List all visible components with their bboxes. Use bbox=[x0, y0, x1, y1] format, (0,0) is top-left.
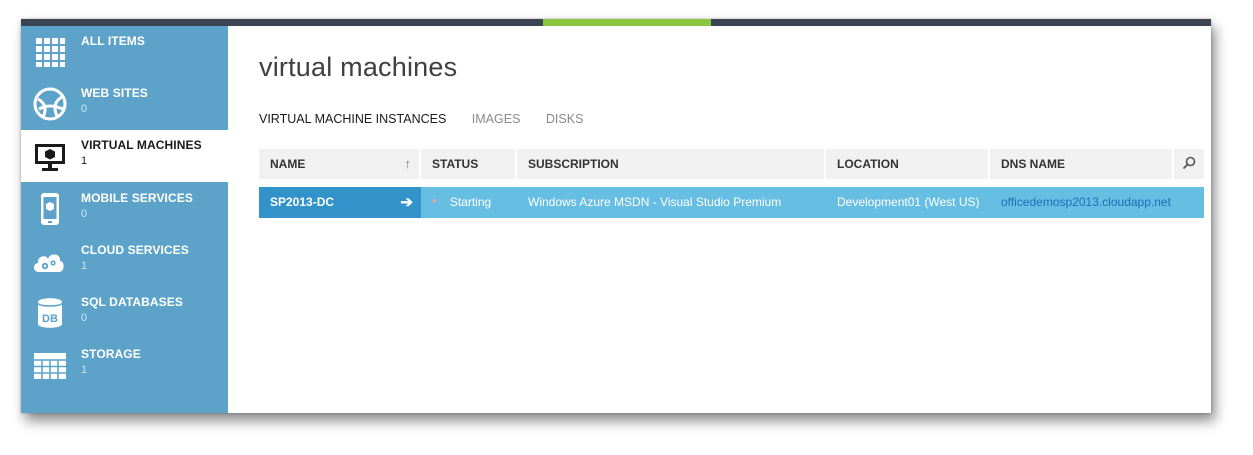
phone-icon bbox=[41, 193, 59, 225]
sidebar-item-count: 0 bbox=[81, 103, 88, 115]
status-indicator-icon: ● bbox=[432, 196, 437, 205]
page-title: virtual machines bbox=[259, 52, 458, 82]
sidebar-item-label: MOBILE SERVICES bbox=[81, 191, 193, 205]
tab-bar: VIRTUAL MACHINE INSTANCES IMAGES DISKS bbox=[259, 112, 605, 126]
globe-icon bbox=[33, 87, 67, 121]
sidebar-item-label: WEB SITES bbox=[81, 86, 148, 100]
monitor-icon bbox=[35, 144, 65, 171]
column-header-name[interactable]: NAME ↑ bbox=[259, 149, 421, 179]
vm-name-cell[interactable]: SP2013-DC ➔ bbox=[259, 187, 421, 218]
column-header-status[interactable]: STATUS bbox=[421, 149, 517, 179]
vm-status: Starting bbox=[449, 195, 492, 209]
table-row[interactable]: SP2013-DC ➔ ● Starting Windows Azure MSDN… bbox=[259, 187, 1204, 218]
tab-disks[interactable]: DISKS bbox=[546, 112, 584, 126]
sidebar-item-web-sites[interactable]: WEB SITES 0 bbox=[21, 78, 228, 130]
sidebar-item-cloud-services[interactable]: CLOUD SERVICES 1 bbox=[21, 235, 228, 287]
column-header-label: NAME bbox=[270, 157, 306, 171]
sidebar-item-all-items[interactable]: ALL ITEMS bbox=[21, 26, 228, 78]
sidebar-item-label: ALL ITEMS bbox=[81, 34, 146, 48]
sidebar-item-virtual-machines[interactable]: VIRTUAL MACHINES 1 bbox=[21, 130, 228, 182]
top-bar-accent bbox=[543, 19, 711, 26]
search-button[interactable] bbox=[1174, 149, 1204, 179]
cloud-gear-icon bbox=[33, 254, 64, 272]
dns-name-link[interactable]: officedemosp2013.cloudapp.net bbox=[1001, 195, 1171, 209]
sidebar-item-count: 1 bbox=[81, 364, 88, 376]
column-header-dns-name[interactable]: DNS NAME bbox=[990, 149, 1174, 179]
search-icon bbox=[1182, 156, 1196, 170]
column-header-subscription[interactable]: SUBSCRIPTION bbox=[517, 149, 826, 179]
tab-images[interactable]: IMAGES bbox=[472, 112, 521, 126]
sidebar-item-storage[interactable]: STORAGE 1 bbox=[21, 339, 228, 391]
sidebar-item-label: CLOUD SERVICES bbox=[81, 243, 189, 257]
sidebar: ALL ITEMS WEB SITES 0 VIRTUAL MACHINES 1 bbox=[21, 26, 228, 413]
table-icon bbox=[34, 353, 66, 379]
main-content: virtual machines VIRTUAL MACHINE INSTANC… bbox=[228, 26, 1211, 413]
vm-status-cell: ● Starting bbox=[421, 187, 517, 218]
tab-virtual-machine-instances[interactable]: VIRTUAL MACHINE INSTANCES bbox=[259, 112, 446, 126]
vm-subscription: Windows Azure MSDN - Visual Studio Premi… bbox=[528, 195, 782, 209]
column-header-location[interactable]: LOCATION bbox=[826, 149, 990, 179]
arrow-right-icon[interactable]: ➔ bbox=[400, 187, 413, 218]
database-icon: DB bbox=[37, 298, 63, 328]
sidebar-item-count: 1 bbox=[81, 260, 88, 272]
grid-icon bbox=[36, 38, 65, 67]
vm-location: Development01 (West US) bbox=[837, 195, 980, 209]
sidebar-item-count: 1 bbox=[81, 155, 88, 167]
vm-dns-cell: officedemosp2013.cloudapp.net bbox=[990, 187, 1174, 218]
grid-header: NAME ↑ STATUS SUBSCRIPTION LOCATION DNS … bbox=[259, 149, 1204, 179]
svg-text:DB: DB bbox=[42, 313, 58, 325]
sidebar-item-label: STORAGE bbox=[81, 347, 141, 361]
top-bar bbox=[21, 19, 1211, 26]
sidebar-item-label: SQL DATABASES bbox=[81, 295, 183, 309]
sidebar-item-count: 0 bbox=[81, 312, 88, 324]
vm-grid: NAME ↑ STATUS SUBSCRIPTION LOCATION DNS … bbox=[259, 149, 1204, 218]
vm-name: SP2013-DC bbox=[270, 195, 335, 209]
sidebar-item-mobile-services[interactable]: MOBILE SERVICES 0 bbox=[21, 183, 228, 235]
sort-ascending-icon[interactable]: ↑ bbox=[405, 149, 412, 179]
portal-window: ALL ITEMS WEB SITES 0 VIRTUAL MACHINES 1 bbox=[21, 19, 1211, 413]
sidebar-item-count: 0 bbox=[81, 208, 88, 220]
sidebar-item-sql-databases[interactable]: DB SQL DATABASES 0 bbox=[21, 287, 228, 339]
sidebar-item-label: VIRTUAL MACHINES bbox=[81, 138, 202, 152]
